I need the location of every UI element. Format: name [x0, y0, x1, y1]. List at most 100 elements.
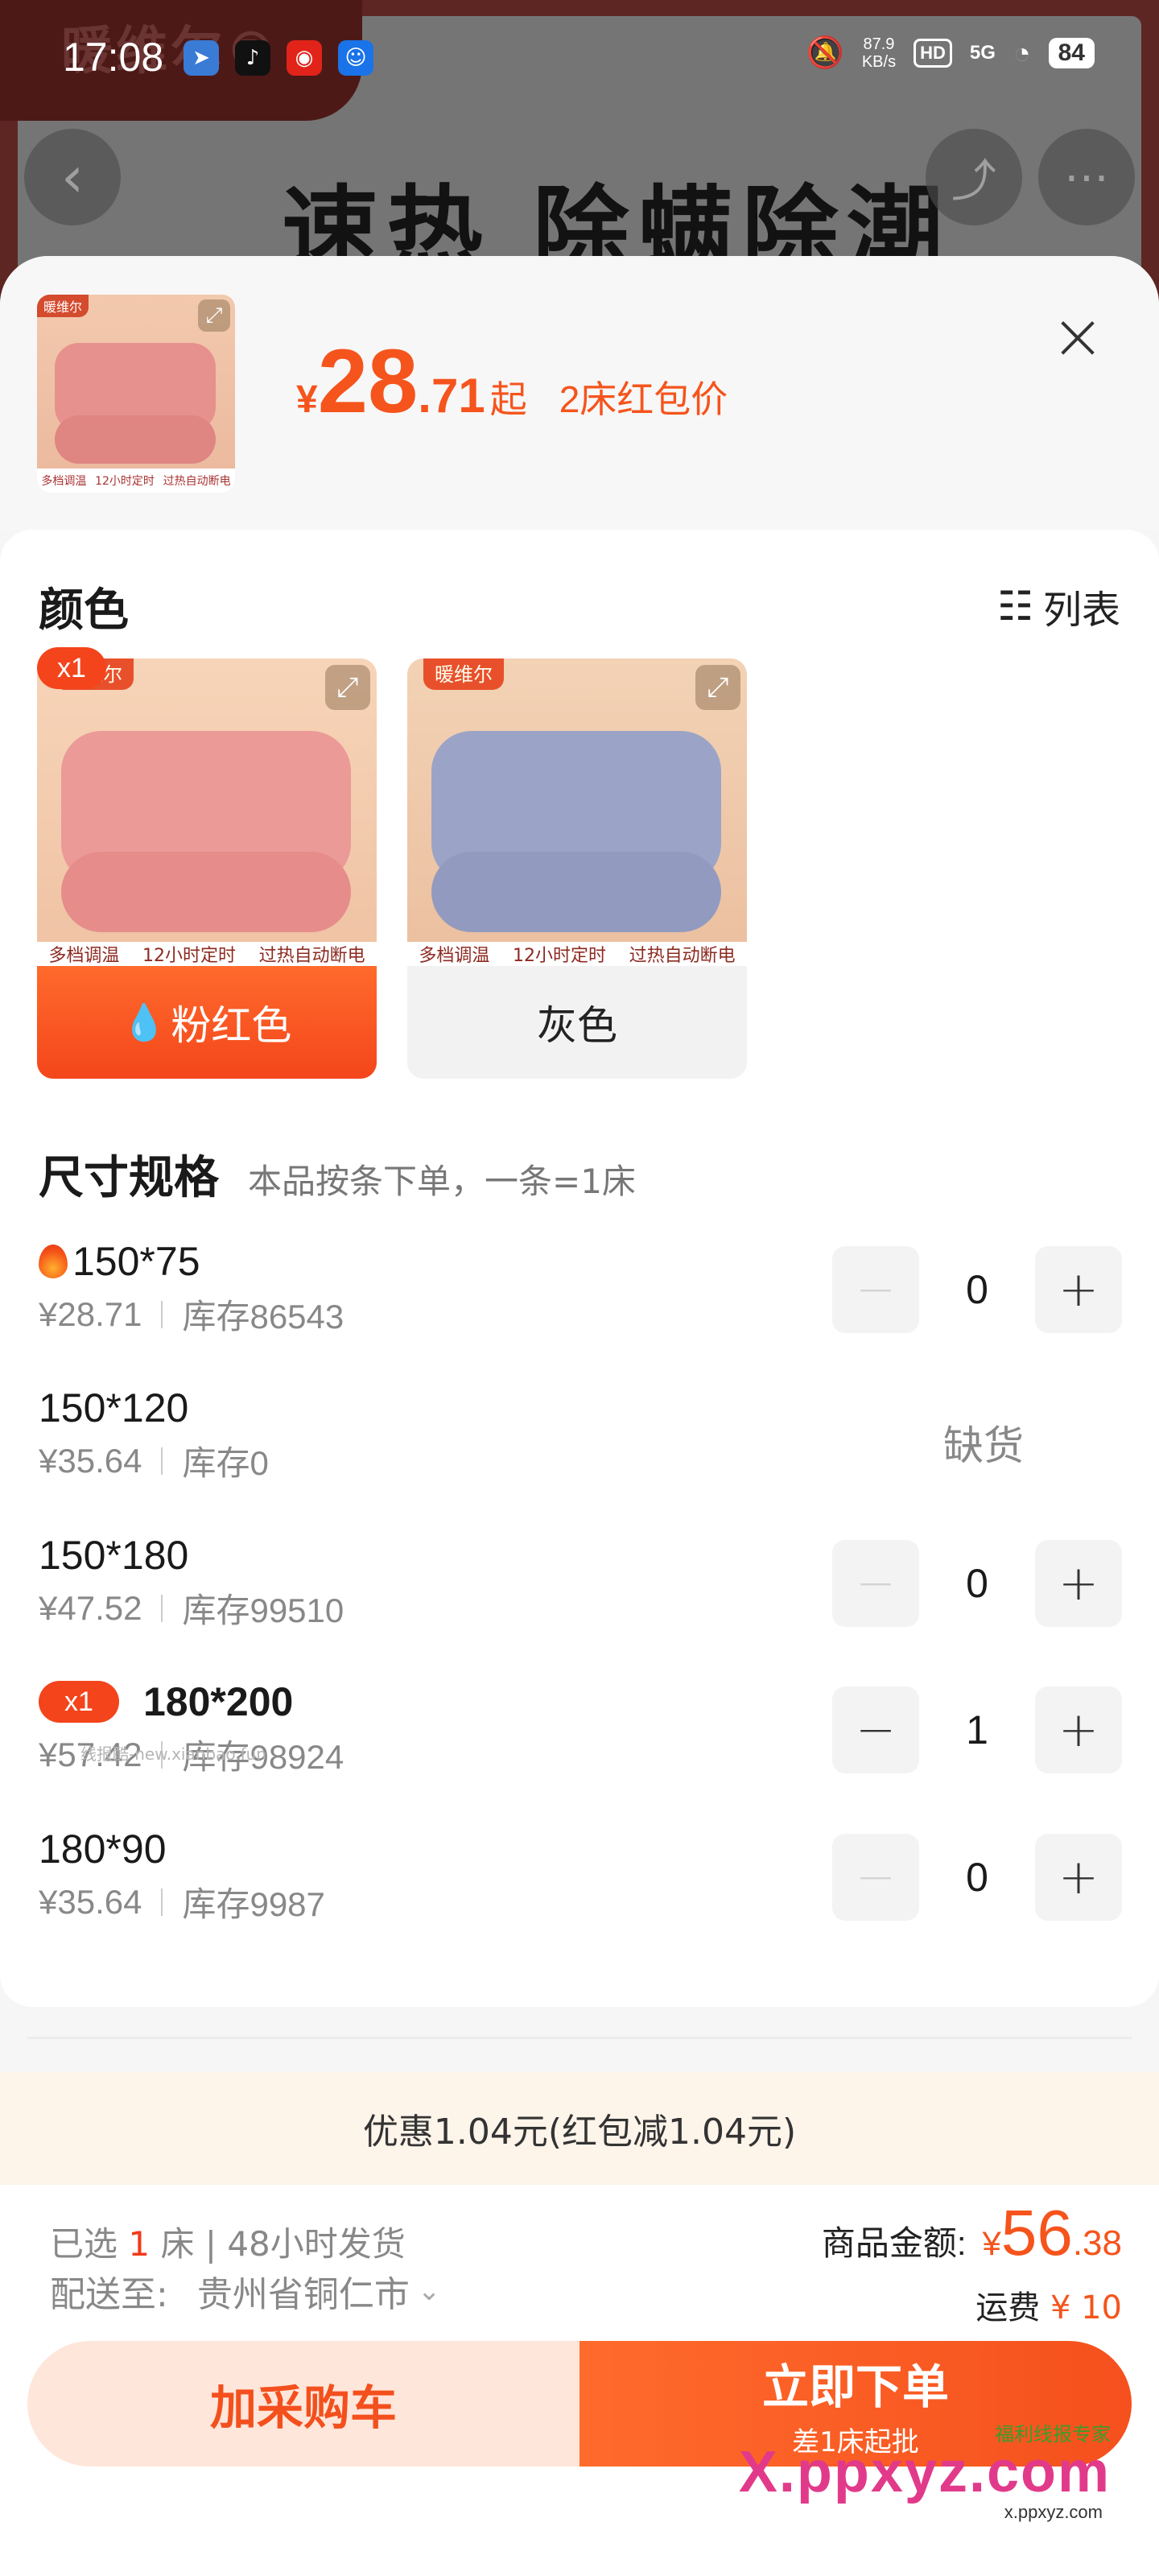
total-label: 商品金额:	[821, 2224, 967, 2262]
hd-badge: HD	[914, 39, 952, 68]
freight-label: 运费	[975, 2289, 1041, 2326]
thumbnail-blanket-bottom	[55, 415, 216, 464]
expand-icon[interactable]: ⤢	[198, 299, 230, 332]
size-row-150x75: 150*75 ¥28.71 库存86543 − 0 +	[0, 1238, 1159, 1367]
color-option-label-text: 粉红色	[171, 1002, 292, 1049]
freight-value: ¥ 10	[1050, 2289, 1122, 2326]
blanket-fold-bottom	[431, 852, 721, 932]
size-meta: ¥35.64 库存9987	[39, 1877, 325, 1926]
quantity-value[interactable]: 0	[919, 1266, 1035, 1313]
status-right-group: 🔕 87.9 KB/s HD 5G ◔ 84	[806, 35, 1095, 71]
list-view-label: 列表	[1042, 588, 1120, 633]
weibo-app-icon: ◉	[287, 40, 322, 76]
site-watermark-slogan: 福利线报专家	[995, 2424, 1111, 2446]
color-option-feature-strip: 多档调温 12小时定时 过热自动断电	[37, 942, 377, 966]
increment-button[interactable]: +	[1035, 1246, 1122, 1333]
increment-button[interactable]: +	[1035, 1686, 1122, 1773]
thumbnail-feature: 过热自动断电	[163, 475, 231, 488]
color-option-brand-tag: 暖维尔	[423, 658, 504, 690]
total-decimal: .38	[1072, 2223, 1122, 2263]
out-of-stock-label: 缺货	[943, 1422, 1024, 1469]
price-currency: ¥	[296, 378, 318, 421]
color-option-pink[interactable]: 暖维尔 ⤢ 多档调温 12小时定时 过热自动断电 💧 粉红色	[37, 658, 377, 1079]
sku-selector-sheet: 暖维尔 ⤢ 多档调温 12小时定时 过热自动断电 ¥ 28 .71 起 2床红包…	[0, 256, 1159, 2576]
increment-button[interactable]: +	[1035, 1834, 1122, 1921]
feature-label: 多档调温	[48, 946, 120, 966]
total-currency: ¥	[982, 2224, 1001, 2262]
list-view-toggle[interactable]: ☷ 列表	[997, 578, 1120, 634]
network-speed: 87.9 KB/s	[862, 35, 896, 71]
selection-suffix: 床 | 48小时发货	[160, 2224, 406, 2264]
network-type: 5G	[969, 42, 996, 64]
expand-icon[interactable]: ⤢	[325, 665, 370, 710]
decrement-button[interactable]: −	[832, 1540, 919, 1627]
decrement-button[interactable]: −	[832, 1686, 919, 1773]
quantity-value[interactable]: 1	[919, 1707, 1035, 1753]
expand-icon[interactable]: ⤢	[695, 665, 740, 710]
product-thumbnail[interactable]: 暖维尔 ⤢ 多档调温 12小时定时 过热自动断电	[37, 295, 235, 493]
price-integer: 28	[317, 331, 419, 431]
thumbnail-brand-tag: 暖维尔	[37, 295, 89, 317]
size-stock: 库存86543	[182, 1298, 344, 1335]
selection-count: 1	[128, 2224, 151, 2264]
price-tag: 2床红包价	[559, 378, 728, 420]
quantity-value[interactable]: 0	[919, 1560, 1035, 1607]
price-suffix: 起	[489, 378, 527, 420]
mute-icon: 🔕	[806, 36, 844, 70]
size-row-150x120: 150*120 ¥35.64 库存0 缺货	[0, 1385, 1159, 1513]
ship-to-selector[interactable]: 配送至: 贵州省铜仁市 ⌄	[50, 2265, 440, 2317]
quantity-stepper: − 0 +	[832, 1540, 1122, 1627]
droplet-icon: 💧	[122, 1002, 167, 1043]
buy-now-label: 立即下单	[761, 2359, 949, 2414]
size-row-150x180: 150*180 ¥47.52 库存99510 − 0 +	[0, 1532, 1159, 1661]
list-icon: ☷	[997, 583, 1033, 630]
size-name: 150*75	[39, 1238, 200, 1285]
site-watermark-url: x.ppxyz.com	[1004, 2502, 1103, 2522]
size-price: ¥35.64	[39, 1882, 142, 1921]
network-speed-unit: KB/s	[861, 53, 897, 71]
increment-button[interactable]: +	[1035, 1540, 1122, 1627]
total-integer: 56	[1000, 2197, 1073, 2268]
color-section-title: 颜色	[39, 584, 129, 637]
sheet-header: 暖维尔 ⤢ 多档调温 12小时定时 过热自动断电 ¥ 28 .71 起 2床红包…	[0, 256, 1159, 530]
order-footer: 已选 1 床 | 48小时发货 配送至: 贵州省铜仁市 ⌄ 商品金额: ¥ 56…	[0, 2185, 1159, 2576]
hot-icon	[39, 1245, 68, 1278]
size-meta: ¥47.52 库存99510	[39, 1583, 344, 1633]
feature-label: 过热自动断电	[258, 946, 365, 966]
total-amount: 商品金额: ¥ 56 .38	[822, 2196, 1122, 2270]
size-name: 150*180	[39, 1533, 189, 1578]
close-icon[interactable]: ×	[1050, 304, 1106, 369]
size-price: ¥28.71	[39, 1294, 142, 1333]
section-divider	[27, 2037, 1132, 2039]
size-section-header: 尺寸规格 本品按条下单，一条=1床	[39, 1141, 636, 1207]
quantity-stepper: − 0 +	[832, 1246, 1122, 1333]
decrement-button[interactable]: −	[832, 1246, 919, 1333]
chevron-down-icon: ⌄	[417, 2275, 441, 2307]
divider	[161, 1300, 163, 1328]
color-option-feature-strip: 多档调温 12小时定时 过热自动断电	[407, 942, 747, 966]
ship-to-address: 贵州省铜仁市	[196, 2274, 410, 2315]
divider	[161, 1447, 163, 1475]
feature-label: 12小时定时	[142, 946, 236, 966]
status-time: 17:08	[63, 35, 164, 80]
color-option-gray[interactable]: 暖维尔 ⤢ 多档调温 12小时定时 过热自动断电 灰色	[407, 658, 747, 1079]
add-to-cart-button[interactable]: 加采购车	[27, 2341, 580, 2467]
thumbnail-feature-strip: 多档调温 12小时定时 过热自动断电	[37, 469, 235, 493]
size-stock: 库存99510	[182, 1591, 344, 1629]
size-name: 150*120	[39, 1385, 189, 1430]
quantity-value[interactable]: 0	[919, 1854, 1035, 1901]
size-name: 180*90	[39, 1827, 167, 1872]
size-stock: 库存0	[182, 1444, 269, 1482]
battery-indicator: 84	[1048, 38, 1095, 68]
header-price: ¥ 28 .71 起 2床红包价	[296, 336, 728, 427]
feature-label: 过热自动断电	[629, 946, 736, 966]
decrement-button[interactable]: −	[832, 1834, 919, 1921]
thumbnail-feature: 多档调温	[41, 475, 87, 488]
size-meta: ¥28.71 库存86543	[39, 1290, 344, 1339]
quantity-stepper: − 1 +	[832, 1686, 1122, 1773]
size-row-180x90: 180*90 ¥35.64 库存9987 − 0 +	[0, 1826, 1159, 1955]
color-quantity-badge: x1	[37, 647, 106, 689]
map-app-icon: ➤	[184, 40, 219, 76]
network-speed-value: 87.9	[863, 35, 895, 53]
divider	[161, 1594, 163, 1622]
